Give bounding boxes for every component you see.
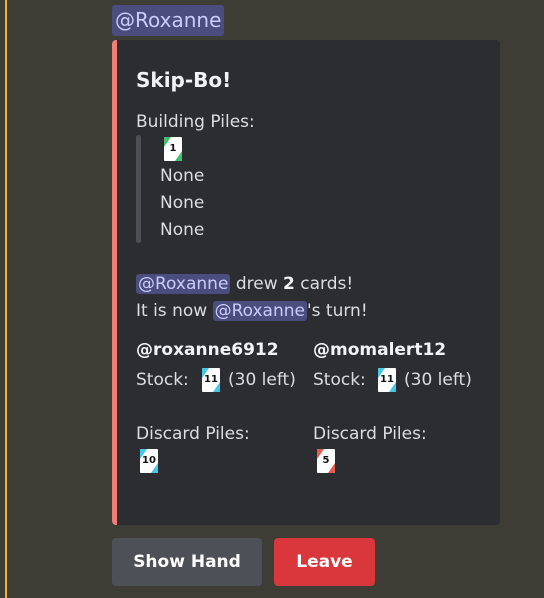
- building-piles-label: Building Piles:: [136, 112, 255, 132]
- player-1-name: @roxanne6912: [136, 340, 279, 360]
- event-suffix: cards!: [300, 274, 354, 294]
- building-pile-2: None: [160, 166, 205, 186]
- game-embed: Skip-Bo! Building Piles: 1 None None Non…: [112, 40, 500, 525]
- player-1-stock-left: (30 left): [228, 370, 296, 390]
- player-2-stock-label: Stock:: [313, 370, 366, 390]
- player-2-stock-left: (30 left): [404, 370, 472, 390]
- player-1-stock-card-icon: 11: [202, 368, 220, 392]
- building-pile-3: None: [160, 193, 205, 213]
- turn-user-mention[interactable]: @Roxanne: [212, 301, 307, 321]
- player-1-stock-label: Stock:: [136, 370, 189, 390]
- turn-prefix: It is now: [136, 301, 208, 321]
- player-2-discard-label: Discard Piles:: [313, 424, 427, 444]
- player-2-stock-card-icon: 11: [378, 368, 396, 392]
- player-1-discard-label: Discard Piles:: [136, 424, 250, 444]
- player-1-discard-card-icon: 10: [140, 449, 158, 473]
- blockquote-bar: [136, 135, 141, 243]
- turn-line: It is now @Roxanne's turn!: [136, 301, 368, 321]
- event-line: @Roxanne drew 2 cards!: [136, 274, 353, 294]
- building-pile-card-icon: 1: [164, 137, 182, 161]
- building-pile-card-value: 1: [169, 143, 177, 154]
- user-mention[interactable]: @Roxanne: [112, 5, 225, 36]
- new-messages-bar: [5, 0, 7, 598]
- leave-button[interactable]: Leave: [274, 538, 375, 586]
- embed-color-stripe: [112, 40, 117, 525]
- player-2-name: @momalert12: [313, 340, 447, 360]
- player-2-discard-card-icon: 5: [317, 449, 335, 473]
- player-1-stock-card-value: 11: [204, 374, 218, 385]
- turn-suffix: 's turn!: [306, 301, 368, 321]
- event-user-mention[interactable]: @Roxanne: [136, 274, 231, 294]
- player-1-discard-card-value: 10: [142, 455, 156, 466]
- show-hand-button[interactable]: Show Hand: [112, 538, 262, 586]
- player-2-discard-card-value: 5: [322, 455, 330, 466]
- player-2-stock-card-value: 11: [380, 374, 394, 385]
- event-count: 2: [283, 274, 295, 294]
- event-text: drew: [235, 274, 278, 294]
- embed-title: Skip-Bo!: [136, 68, 232, 92]
- building-pile-4: None: [160, 220, 205, 240]
